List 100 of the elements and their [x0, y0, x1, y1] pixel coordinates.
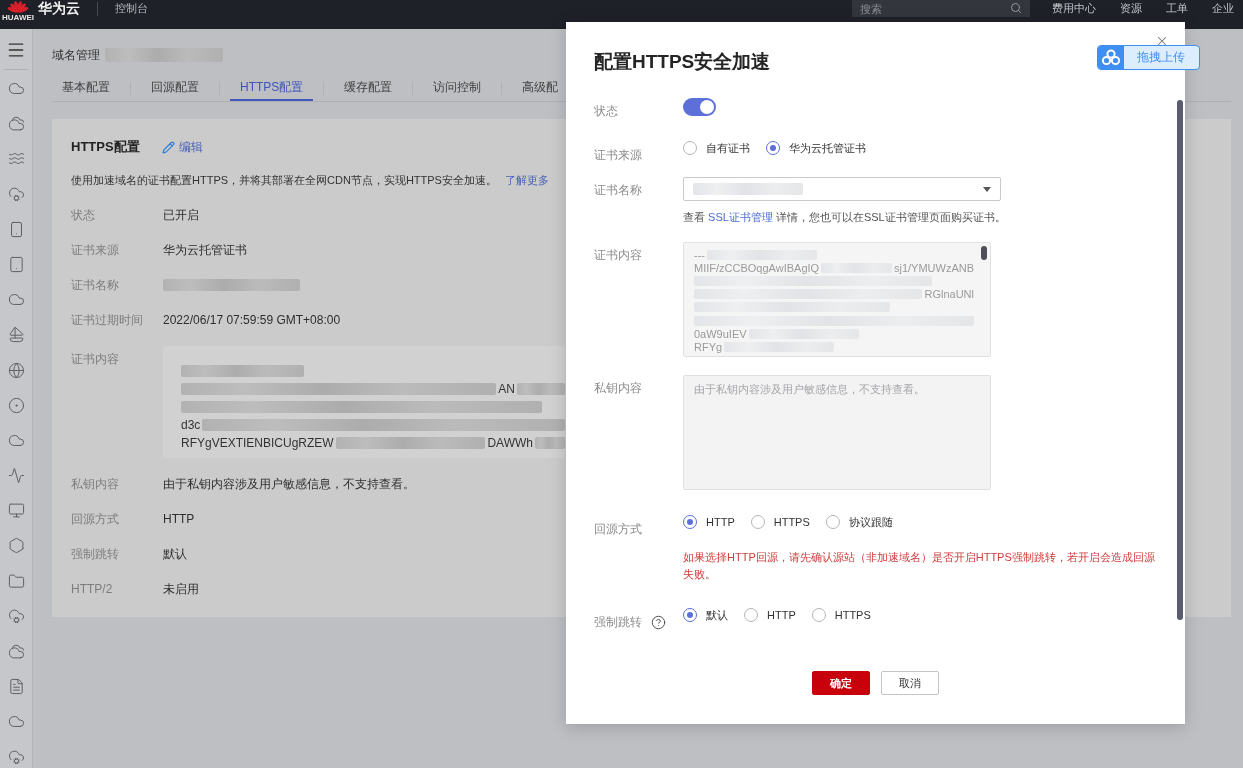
circle-dot-icon[interactable] — [7, 396, 25, 414]
description-text: 使用加速域名的证书配置HTTPS，并将其部署在全网CDN节点，实现HTTPS安全加速。 了解更多 — [71, 173, 549, 188]
certificate-text: RFYgVEXTIENBICUgRZEW — [181, 435, 334, 452]
cancel-button[interactable]: 取消 — [881, 671, 939, 695]
pulse-icon[interactable] — [7, 467, 25, 485]
field-value: 默认 — [163, 546, 187, 563]
field-value: 未启用 — [163, 581, 199, 598]
field-value: 华为云托管证书 — [163, 242, 247, 259]
top-nav-link[interactable]: 费用中心 — [1052, 0, 1096, 17]
scrollbar[interactable] — [1177, 100, 1183, 620]
radio-option[interactable]: HTTP — [683, 515, 735, 529]
scrollbar-thumb[interactable] — [981, 246, 987, 260]
dialog-title: 配置HTTPS安全加速 — [594, 50, 771, 74]
field-label: 状态 — [594, 103, 618, 120]
brand-name[interactable]: 华为云 — [38, 0, 80, 17]
field-label: 证书内容 — [594, 247, 642, 264]
radio-circle-icon[interactable] — [683, 608, 697, 622]
field-label: 证书名称 — [71, 277, 119, 294]
field-label: 回源方式 — [594, 521, 642, 538]
certificate-text: DAWWh — [487, 435, 533, 452]
radio-circle-icon[interactable] — [825, 515, 840, 529]
status-switch[interactable] — [683, 98, 716, 116]
cloud-gear-icon[interactable] — [7, 748, 25, 766]
certificate-text: AN — [498, 381, 515, 398]
radio-circle-icon[interactable] — [750, 515, 765, 529]
radio-option[interactable]: HTTP — [744, 608, 796, 622]
field-label: 私钥内容 — [594, 380, 642, 397]
field-label: 证书过期时间 — [71, 312, 143, 329]
rings-icon — [1098, 46, 1124, 69]
document-icon[interactable] — [7, 678, 25, 696]
help-icon[interactable] — [651, 614, 666, 630]
folder-icon[interactable] — [7, 572, 25, 590]
field-label: 强制跳转 — [71, 546, 119, 563]
field-label: 证书内容 — [71, 351, 119, 368]
radio-circle-icon[interactable] — [744, 608, 758, 622]
search-field[interactable]: 搜索 — [852, 0, 1030, 17]
certificate-text: --- — [694, 248, 705, 261]
tab[interactable]: 高级配 — [512, 76, 569, 101]
caret-icon — [983, 186, 991, 192]
sailboat-icon[interactable] — [7, 326, 25, 344]
field-label: 强制跳转 — [594, 614, 642, 631]
tab[interactable]: 缓存配置 — [334, 76, 403, 101]
hexagon-icon[interactable] — [7, 537, 25, 555]
cloud-gear-icon[interactable] — [7, 185, 25, 203]
field-value: 已开启 — [163, 207, 199, 224]
confirm-button[interactable]: 确定 — [812, 671, 870, 695]
cloud-icon[interactable] — [7, 80, 25, 97]
field-label: 证书来源 — [594, 147, 642, 164]
search-icon[interactable] — [1010, 2, 1022, 14]
clouds-icon[interactable] — [7, 115, 25, 133]
logo-text: HUAWEI — [2, 13, 34, 22]
tablet-icon[interactable] — [7, 255, 25, 273]
tab[interactable]: HTTPS配置 — [230, 76, 314, 101]
globe-icon[interactable] — [7, 361, 25, 379]
certificate-text: RFYg — [694, 340, 723, 353]
radio-option[interactable]: 华为云托管证书 — [766, 140, 866, 156]
certificate-text: d3c — [181, 417, 201, 434]
tab[interactable]: 回源配置 — [141, 76, 209, 101]
radio-option[interactable]: 自有证书 — [683, 140, 750, 156]
learn-more-link[interactable]: 了解更多 — [504, 174, 549, 186]
certificate-text: RGlnaUNl — [924, 288, 974, 301]
field-label: 证书名称 — [594, 182, 642, 199]
clouds-icon[interactable] — [7, 643, 25, 660]
radio-option[interactable]: 协议跟随 — [825, 514, 893, 530]
help-text: 查看 SSL证书管理 详情，您也可以在SSL证书管理页面购买证书。 — [683, 210, 1006, 225]
field-label: 回源方式 — [71, 511, 119, 528]
warning-text: 如果选择HTTP回源，请先确认源站（非加速域名）是否开启HTTPS强制跳转，若开启会造成回源失败。 — [683, 550, 1156, 582]
radio-circle-icon[interactable] — [811, 608, 826, 622]
ssl-management-link[interactable]: SSL证书管理 — [708, 211, 773, 223]
radio-circle-icon[interactable] — [683, 141, 697, 155]
radio-option[interactable]: 默认 — [683, 607, 728, 623]
field-label: 状态 — [71, 207, 95, 224]
card-title: HTTPS配置 — [71, 138, 140, 156]
field-label: HTTP/2 — [71, 581, 113, 598]
radio-option[interactable]: HTTPS — [811, 608, 871, 622]
field-label: 私钥内容 — [71, 476, 119, 493]
close-icon — [1155, 34, 1169, 48]
cloud-gear-icon[interactable] — [7, 607, 25, 625]
petal-logo-icon — [5, 0, 31, 13]
field-label: 证书来源 — [71, 242, 119, 259]
certificate-text: sj1/YMUWzANB — [893, 261, 974, 274]
certificate-text: MIIF/zCCBOqgAwIBAgIQ — [694, 261, 820, 274]
edit-link[interactable]: 编辑 — [161, 138, 203, 156]
certificate-text: 0aW9uIEV — [694, 327, 747, 340]
field-value: 2022/06/17 07:59:59 GMT+08:00 — [163, 312, 341, 329]
radio-option[interactable]: HTTPS — [750, 515, 810, 529]
page-title: 域名管理 — [52, 47, 100, 63]
top-nav-link[interactable]: 工单 — [1166, 0, 1188, 17]
redaction-block — [517, 383, 565, 395]
radio-circle-icon[interactable] — [766, 141, 780, 155]
tab[interactable]: 基本配置 — [52, 76, 120, 101]
tab[interactable]: 访问控制 — [423, 76, 492, 101]
top-nav-link[interactable]: 资源 — [1120, 0, 1142, 17]
console-link[interactable]: 控制台 — [115, 0, 148, 17]
radio-circle-icon[interactable] — [683, 515, 697, 529]
redaction-block — [535, 437, 565, 449]
pencil-icon — [161, 140, 175, 154]
monitor-icon[interactable] — [7, 502, 25, 520]
top-nav-link[interactable]: 企业 — [1212, 0, 1234, 17]
field-value: 由于私钥内容涉及用户敏感信息，不支持查看。 — [163, 476, 415, 493]
